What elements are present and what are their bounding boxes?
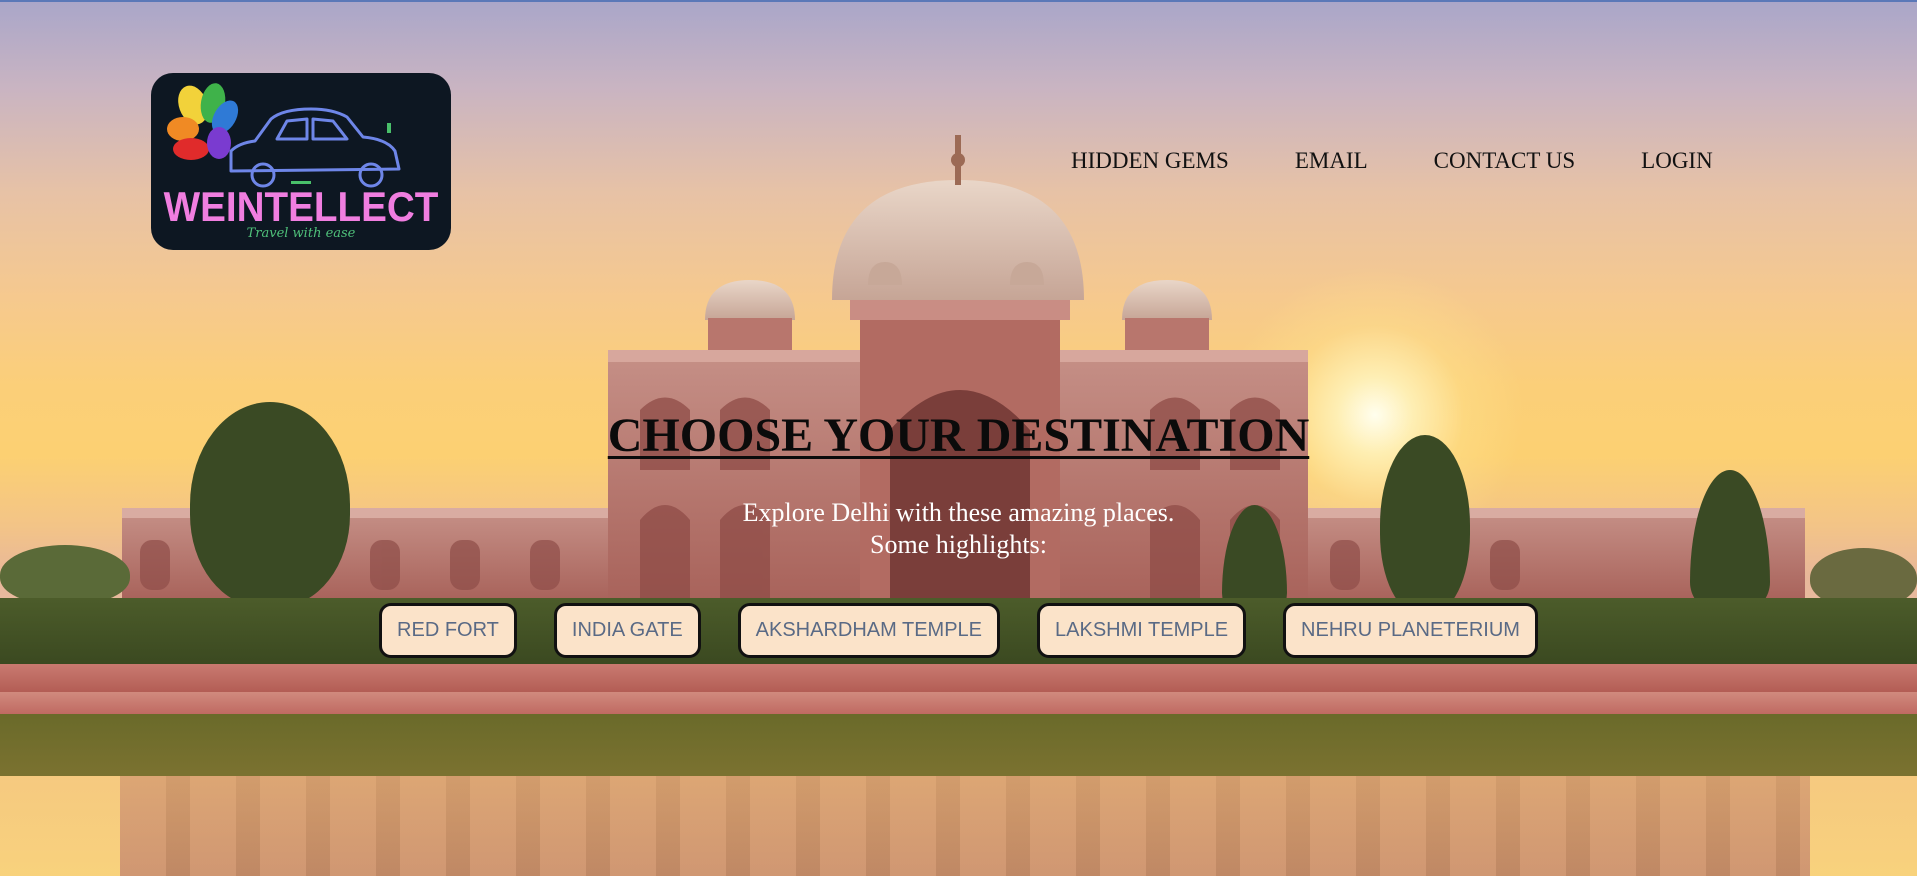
hero-subtitle-line: Some highlights: — [870, 530, 1047, 559]
hero-subtitle-line: Explore Delhi with these amazing places. — [742, 498, 1175, 527]
destination-button-nehru-planeterium[interactable]: NEHRU PLANETERIUM — [1283, 603, 1538, 658]
brand-logo[interactable]: WEINTELLECT Travel with ease — [151, 73, 451, 250]
destination-button-india-gate[interactable]: INDIA GATE — [553, 603, 701, 658]
destination-button-lakshmi-temple[interactable]: LAKSHMI TEMPLE — [1037, 603, 1247, 658]
destination-buttons: RED FORT INDIA GATE AKSHARDHAM TEMPLE LA… — [0, 603, 1917, 658]
water-surface — [0, 776, 1917, 876]
main-navigation: HIDDEN GEMS EMAIL CONTACT US LOGIN — [1071, 147, 1713, 175]
pool-edge — [0, 664, 1917, 692]
page-title: CHOOSE YOUR DESTINATION — [607, 409, 1310, 462]
logo-brand-text: WEINTELLECT — [163, 183, 439, 230]
nav-hidden-gems[interactable]: HIDDEN GEMS — [1071, 147, 1229, 175]
grass-strip — [0, 714, 1917, 776]
logo-car-icon — [167, 83, 401, 188]
hero-subtitle: Explore Delhi with these amazing places.… — [0, 497, 1917, 561]
destination-button-red-fort[interactable]: RED FORT — [379, 603, 517, 658]
pool-edge — [0, 692, 1917, 714]
destination-button-akshardham-temple[interactable]: AKSHARDHAM TEMPLE — [737, 603, 1001, 658]
nav-email[interactable]: EMAIL — [1295, 147, 1368, 175]
nav-contact-us[interactable]: CONTACT US — [1434, 147, 1576, 175]
logo-tagline: Travel with ease — [246, 226, 356, 241]
nav-login[interactable]: LOGIN — [1641, 147, 1713, 175]
